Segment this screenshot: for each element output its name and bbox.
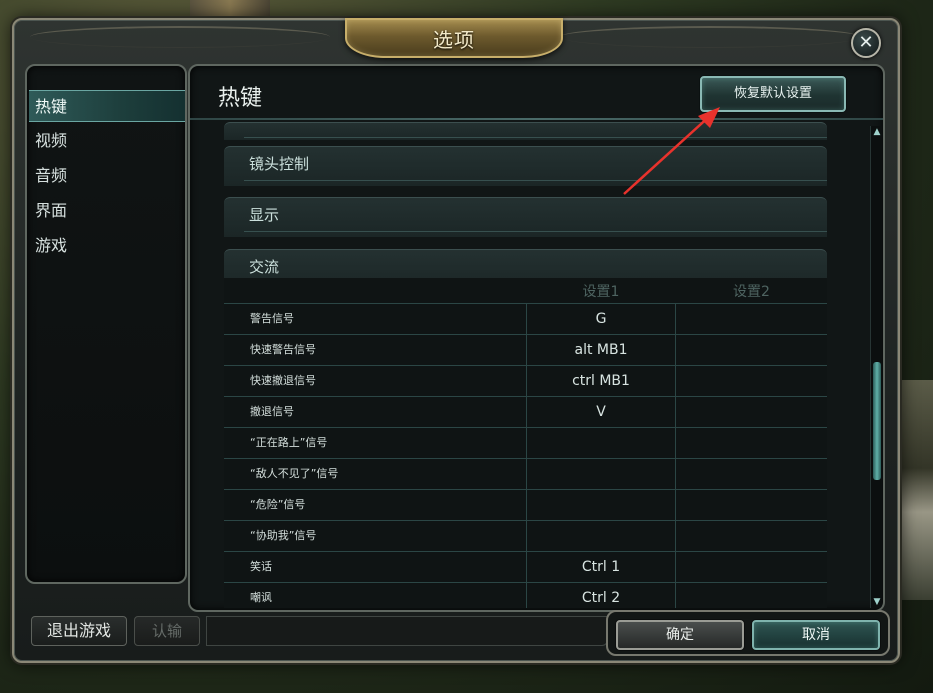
hotkey-label: 快速警告信号: [250, 343, 316, 356]
hotkey-binding-1[interactable]: G: [526, 304, 676, 335]
hotkey-binding-2[interactable]: [676, 552, 827, 583]
hotkey-binding-2[interactable]: [676, 366, 827, 397]
window-title: 选项: [433, 27, 475, 52]
close-icon: ✕: [858, 32, 874, 53]
sidebar-item-label: 游戏: [35, 236, 68, 255]
hotkey-label: 嘲讽: [250, 591, 272, 604]
table-row: “正在路上”信号: [224, 427, 827, 459]
sidebar-item-video[interactable]: 视频: [29, 125, 185, 157]
hotkey-binding-1[interactable]: [526, 428, 676, 459]
restore-defaults-button[interactable]: 恢复默认设置: [700, 76, 846, 112]
title-ornament-right: [560, 26, 860, 48]
sidebar-item-audio[interactable]: 音频: [29, 160, 185, 192]
vertical-scrollbar[interactable]: ▲ ▼: [870, 126, 882, 608]
table-row: 快速警告信号 alt MB1: [224, 334, 827, 366]
hotkey-label: 快速撤退信号: [250, 374, 316, 387]
scroll-up-arrow-icon[interactable]: ▲: [871, 126, 883, 138]
hotkey-label: “正在路上”信号: [250, 436, 328, 449]
options-sidebar: 热键 视频 音频 界面 游戏: [25, 64, 187, 584]
table-row: 撤退信号 V: [224, 396, 827, 428]
hotkey-label: “协助我”信号: [250, 529, 317, 542]
column-header-setting2: 设置2: [733, 284, 770, 300]
table-row: 嘲讽 Ctrl 2: [224, 582, 827, 608]
sidebar-item-label: 界面: [35, 201, 68, 220]
window-title-plaque: 选项: [345, 18, 563, 58]
header-divider: [190, 118, 883, 120]
hotkey-binding-2[interactable]: [676, 490, 827, 521]
hotkey-binding-2[interactable]: [676, 335, 827, 366]
table-row: “协助我”信号: [224, 520, 827, 552]
group-header-camera[interactable]: 镜头控制: [224, 146, 827, 186]
hotkey-binding-2[interactable]: [676, 428, 827, 459]
table-row: “敌人不见了”信号: [224, 458, 827, 490]
hotkey-binding-1[interactable]: [526, 459, 676, 490]
scrollbar-thumb[interactable]: [873, 362, 881, 480]
background-scenery: [190, 0, 270, 18]
exit-game-button[interactable]: 退出游戏: [31, 616, 127, 646]
page-title: 热键: [218, 86, 263, 111]
hotkey-binding-1[interactable]: V: [526, 397, 676, 428]
sidebar-item-label: 视频: [35, 131, 68, 150]
hotkey-binding-1[interactable]: Ctrl 1: [526, 552, 676, 583]
hotkey-binding-2[interactable]: [676, 521, 827, 552]
hotkey-label: 警告信号: [250, 312, 294, 325]
hotkey-label: “危险”信号: [250, 498, 306, 511]
group-header-collapsed[interactable]: [224, 122, 827, 140]
table-row: “危险”信号: [224, 489, 827, 521]
table-row: 警告信号 G: [224, 303, 827, 335]
hotkey-scroll-area[interactable]: 镜头控制 显示 交流 设置1 设置2 警告信号 G 快速警告信号 alt MB1…: [224, 122, 827, 608]
hotkey-binding-1[interactable]: alt MB1: [526, 335, 676, 366]
hotkey-binding-1[interactable]: ctrl MB1: [526, 366, 676, 397]
surrender-button[interactable]: 认输: [134, 616, 200, 646]
hotkey-binding-1[interactable]: Ctrl 2: [526, 583, 676, 608]
ok-button[interactable]: 确定: [616, 620, 744, 650]
hotkey-label: 撤退信号: [250, 405, 294, 418]
hotkey-binding-2[interactable]: [676, 583, 827, 608]
hotkey-label: 笑话: [250, 560, 272, 573]
hotkey-label: “敌人不见了”信号: [250, 467, 339, 480]
sidebar-item-game[interactable]: 游戏: [29, 230, 185, 262]
table-header: 设置1 设置2: [224, 278, 827, 303]
hotkey-table: 设置1 设置2 警告信号 G 快速警告信号 alt MB1 快速撤退信号 ctr…: [224, 278, 827, 608]
column-header-setting1: 设置1: [582, 284, 620, 300]
cancel-button[interactable]: 取消: [752, 620, 880, 650]
sidebar-item-label: 热键: [35, 97, 68, 116]
sidebar-item-interface[interactable]: 界面: [29, 195, 185, 227]
hotkey-binding-2[interactable]: [676, 397, 827, 428]
group-header-display[interactable]: 显示: [224, 197, 827, 237]
table-row: 快速撤退信号 ctrl MB1: [224, 365, 827, 397]
scroll-down-arrow-icon[interactable]: ▼: [871, 596, 883, 608]
title-ornament-left: [30, 26, 330, 48]
hotkey-binding-2[interactable]: [676, 304, 827, 335]
close-button[interactable]: ✕: [851, 28, 881, 58]
footer-bar: [206, 616, 608, 646]
hotkey-binding-1[interactable]: [526, 521, 676, 552]
hotkeys-panel: 热键 恢复默认设置 镜头控制 显示 交流 设置1 设置2 警告信号 G 快速警告…: [188, 64, 885, 612]
hotkey-binding-2[interactable]: [676, 459, 827, 490]
sidebar-item-hotkeys[interactable]: 热键: [29, 90, 185, 122]
sidebar-item-label: 音频: [35, 166, 68, 185]
table-row: 笑话 Ctrl 1: [224, 551, 827, 583]
hotkey-binding-1[interactable]: [526, 490, 676, 521]
